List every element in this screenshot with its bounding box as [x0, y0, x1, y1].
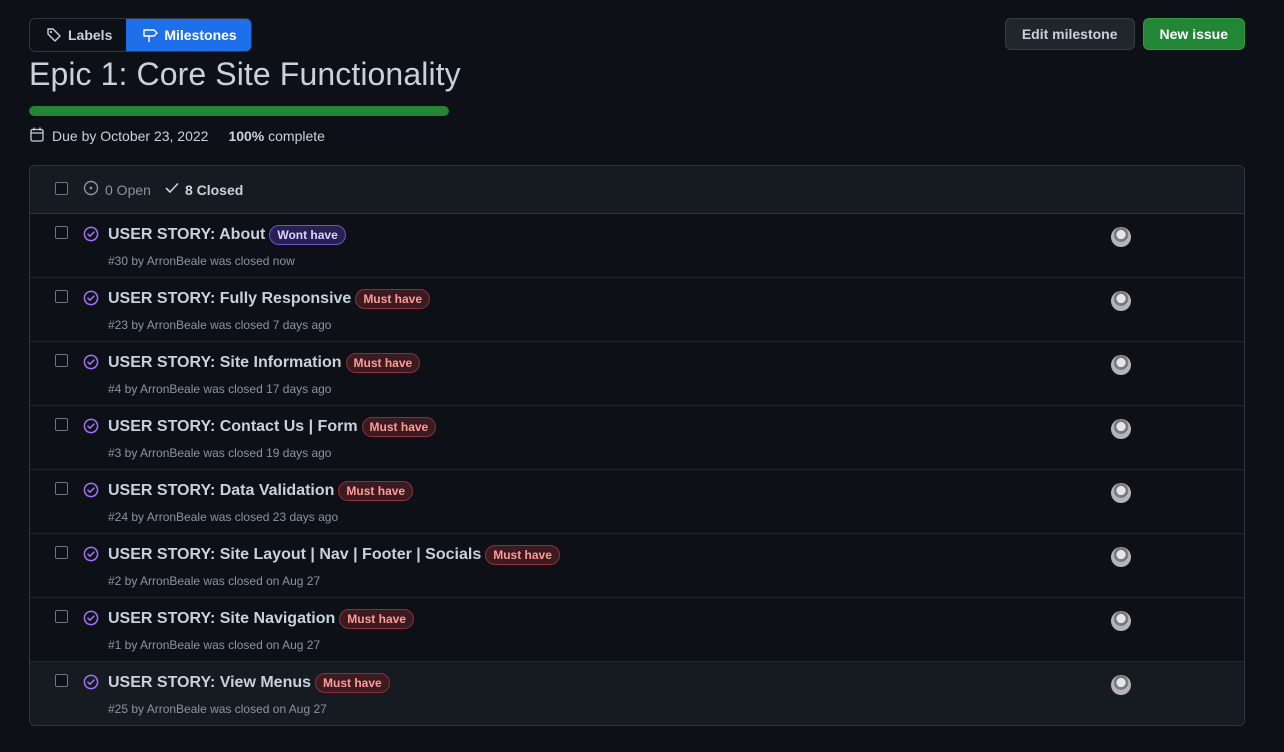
- assignee-avatar[interactable]: [1111, 355, 1131, 375]
- assignee-avatar[interactable]: [1111, 291, 1131, 311]
- issue-title-line: USER STORY: Site Information Must have: [108, 353, 421, 373]
- milestones-tab[interactable]: Milestones: [126, 19, 251, 51]
- calendar-icon: [30, 127, 44, 145]
- issue-row[interactable]: USER STORY: View Menus Must have #25 by …: [30, 662, 1244, 725]
- issue-row[interactable]: USER STORY: Site Information Must have #…: [30, 342, 1244, 406]
- issue-closed-icon: [83, 418, 99, 439]
- issue-checkbox[interactable]: [55, 354, 68, 367]
- issue-checkbox[interactable]: [55, 226, 68, 239]
- issue-checkbox[interactable]: [55, 546, 68, 559]
- issues-box: 0 Open 8 Closed USER STORY: About Wont h…: [29, 165, 1245, 726]
- milestones-tab-label: Milestones: [164, 27, 237, 43]
- completion-text: 100% complete: [228, 128, 325, 144]
- issue-meta: #3 by ArronBeale was closed 19 days ago: [108, 446, 332, 460]
- closed-count: 8 Closed: [184, 181, 244, 198]
- issue-title-line: USER STORY: Site Layout | Nav | Footer |…: [108, 545, 560, 565]
- issue-state-filters: 0 Open 8 Closed: [83, 166, 243, 213]
- issue-meta: #25 by ArronBeale was closed on Aug 27: [108, 702, 327, 716]
- issue-closed-icon: [83, 290, 99, 311]
- assignee-avatar[interactable]: [1111, 611, 1131, 631]
- issue-checkbox[interactable]: [55, 290, 68, 303]
- issue-title-line: USER STORY: Site Navigation Must have: [108, 609, 414, 629]
- milestone-icon: [142, 27, 159, 43]
- assignee-avatar[interactable]: [1111, 227, 1131, 247]
- issue-title-link[interactable]: USER STORY: Data Validation: [108, 482, 334, 500]
- issue-closed-icon: [83, 546, 99, 567]
- issue-title-link[interactable]: USER STORY: Fully Responsive: [108, 290, 351, 308]
- issue-row[interactable]: USER STORY: Site Navigation Must have #1…: [30, 598, 1244, 662]
- completion-suffix: complete: [264, 128, 325, 144]
- select-all-checkbox[interactable]: [55, 182, 68, 195]
- issue-closed-icon: [83, 482, 99, 503]
- assignee-avatar[interactable]: [1111, 675, 1131, 695]
- open-issues-filter[interactable]: 0 Open: [83, 180, 151, 199]
- issue-title-line: USER STORY: Contact Us | Form Must have: [108, 417, 437, 437]
- issue-title-link[interactable]: USER STORY: About: [108, 226, 265, 244]
- issue-closed-icon: [83, 226, 99, 247]
- labels-milestones-switch: Labels Milestones: [29, 18, 252, 52]
- issue-meta: #1 by ArronBeale was closed on Aug 27: [108, 638, 321, 652]
- issue-meta: #30 by ArronBeale was closed now: [108, 254, 295, 268]
- issue-row[interactable]: USER STORY: Fully Responsive Must have #…: [30, 278, 1244, 342]
- assignee-avatar[interactable]: [1111, 547, 1131, 567]
- tag-icon: [46, 27, 62, 43]
- progress-bar-fill: [29, 106, 449, 116]
- closed-issues-filter[interactable]: 8 Closed: [165, 181, 243, 198]
- open-count: 0 Open: [105, 181, 151, 198]
- issue-label[interactable]: Must have: [345, 353, 421, 373]
- issue-label[interactable]: Must have: [315, 673, 390, 693]
- milestone-meta: Due by October 23, 2022 100% complete: [30, 126, 325, 146]
- issue-meta: #23 by ArronBeale was closed 7 days ago: [108, 318, 332, 332]
- header-actions: Edit milestone New issue: [1004, 18, 1245, 50]
- issue-label[interactable]: Must have: [355, 289, 430, 309]
- milestone-title: Epic 1: Core Site Functionality: [29, 56, 461, 92]
- issue-row[interactable]: USER STORY: Data Validation Must have #2…: [30, 470, 1244, 534]
- issue-label[interactable]: Must have: [339, 609, 414, 629]
- labels-tab-label: Labels: [68, 27, 113, 43]
- issue-row[interactable]: USER STORY: About Wont have #30 by Arron…: [30, 214, 1244, 278]
- issue-row[interactable]: USER STORY: Site Layout | Nav | Footer |…: [30, 534, 1244, 598]
- issue-checkbox[interactable]: [55, 418, 68, 431]
- issue-title-line: USER STORY: About Wont have: [108, 225, 346, 245]
- issue-title-link[interactable]: USER STORY: Site Information: [108, 354, 342, 372]
- issue-title-link[interactable]: USER STORY: Site Layout | Nav | Footer |…: [108, 546, 481, 564]
- issue-open-icon: [83, 180, 99, 199]
- issue-title-line: USER STORY: Fully Responsive Must have: [108, 289, 430, 309]
- labels-tab[interactable]: Labels: [30, 19, 126, 51]
- issue-closed-icon: [83, 610, 99, 631]
- assignee-avatar[interactable]: [1111, 483, 1131, 503]
- completion-percent: 100%: [228, 128, 265, 144]
- issue-checkbox[interactable]: [55, 610, 68, 623]
- issue-checkbox[interactable]: [55, 674, 68, 687]
- issue-title-line: USER STORY: View Menus Must have: [108, 673, 390, 693]
- issue-closed-icon: [83, 354, 99, 375]
- check-icon: [165, 181, 179, 198]
- issue-title-link[interactable]: USER STORY: Contact Us | Form: [108, 418, 358, 436]
- issue-label[interactable]: Wont have: [269, 225, 346, 245]
- issue-row[interactable]: USER STORY: Contact Us | Form Must have …: [30, 406, 1244, 470]
- issue-checkbox[interactable]: [55, 482, 68, 495]
- issue-meta: #4 by ArronBeale was closed 17 days ago: [108, 382, 332, 396]
- due-date: Due by October 23, 2022: [52, 128, 209, 144]
- issues-box-header: 0 Open 8 Closed: [30, 166, 1244, 214]
- milestone-progress-bar: [29, 106, 449, 116]
- issue-title-line: USER STORY: Data Validation Must have: [108, 481, 414, 501]
- issue-label[interactable]: Must have: [361, 417, 437, 437]
- issue-title-link[interactable]: USER STORY: View Menus: [108, 674, 311, 692]
- issue-meta: #2 by ArronBeale was closed on Aug 27: [108, 574, 321, 588]
- issue-meta: #24 by ArronBeale was closed 23 days ago: [108, 510, 339, 524]
- issue-closed-icon: [83, 674, 99, 695]
- issue-label[interactable]: Must have: [485, 545, 560, 565]
- issue-label[interactable]: Must have: [338, 481, 414, 501]
- new-issue-button[interactable]: New issue: [1142, 18, 1245, 50]
- assignee-avatar[interactable]: [1111, 419, 1131, 439]
- issue-list: USER STORY: About Wont have #30 by Arron…: [30, 214, 1244, 725]
- edit-milestone-button[interactable]: Edit milestone: [1004, 18, 1135, 50]
- issue-title-link[interactable]: USER STORY: Site Navigation: [108, 610, 335, 628]
